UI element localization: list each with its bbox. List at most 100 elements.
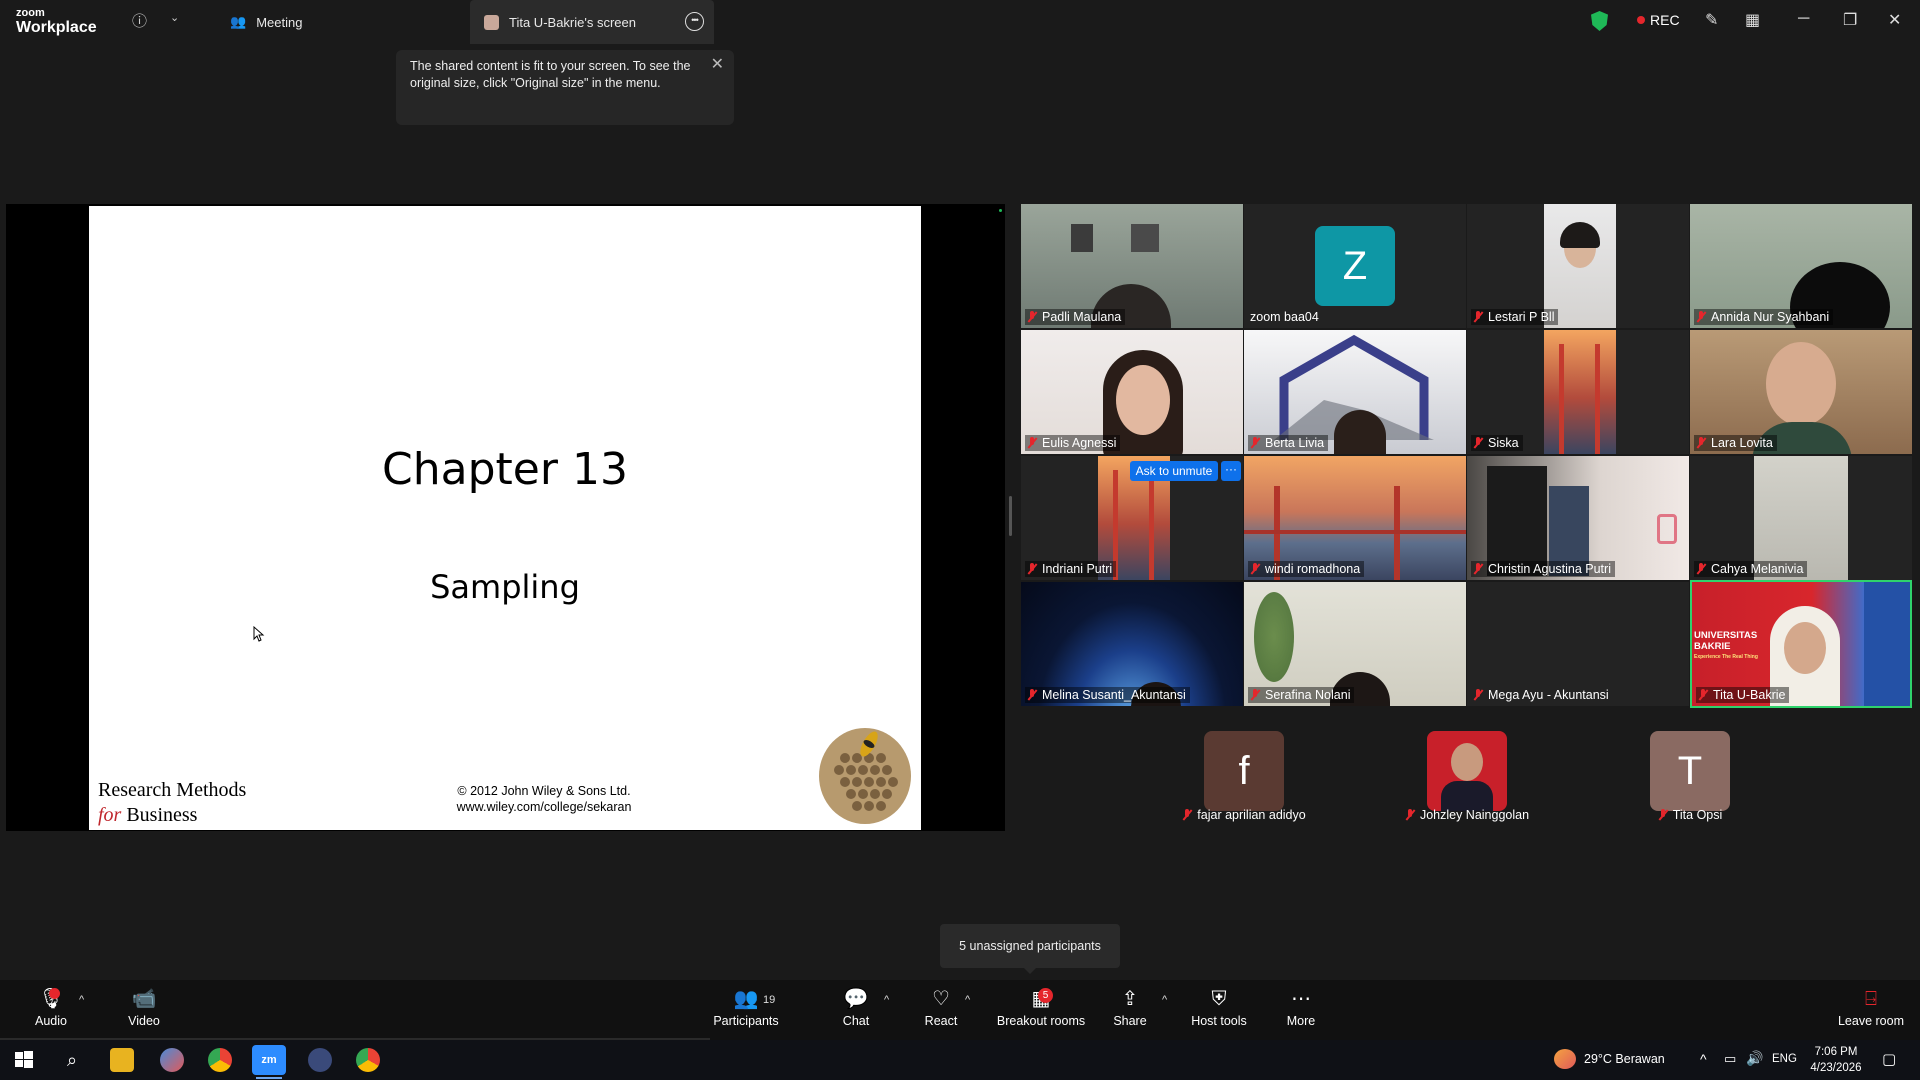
participant-tile[interactable]: Johzley Nainggolan	[1356, 710, 1578, 822]
share-button[interactable]: ⇪ Share	[1085, 986, 1175, 1028]
participant-name: Johzley Nainggolan	[1419, 808, 1530, 822]
video-tile[interactable]: Z zoom baa04	[1244, 204, 1466, 328]
participant-avatar-initial: T	[1650, 731, 1730, 811]
book-title-for: for	[98, 804, 122, 826]
close-notice-icon[interactable]: ✕	[711, 56, 724, 73]
ask-to-unmute-button[interactable]: Ask to unmute	[1130, 461, 1218, 481]
language-indicator[interactable]: ENG	[1772, 1053, 1797, 1065]
split-view-handle[interactable]	[1009, 496, 1012, 536]
status-dot	[999, 209, 1002, 212]
participant-name: Eulis Agnessi	[1042, 436, 1117, 450]
record-dot-icon	[1637, 16, 1645, 24]
video-tile[interactable]: Annida Nur Syahbani	[1690, 204, 1912, 328]
participant-name: Padli Maulana	[1042, 310, 1122, 324]
host-tools-button[interactable]: ⛨ Host tools	[1174, 986, 1264, 1028]
more-button[interactable]: ⋯ More	[1256, 986, 1346, 1028]
video-tile[interactable]: Serafina Nolani	[1244, 582, 1466, 706]
video-tile[interactable]: Padli Maulana	[1021, 204, 1243, 328]
participant-name: Indriani Putri	[1042, 562, 1113, 576]
close-icon[interactable]: ✕	[1888, 10, 1901, 30]
clock[interactable]: 7:06 PM 4/23/2026	[1806, 1044, 1866, 1076]
video-tile[interactable]: windi romadhona	[1244, 456, 1466, 580]
video-off-icon: 📹	[131, 988, 157, 1010]
tile-more-button[interactable]: ···	[1221, 461, 1241, 481]
notification-center-icon[interactable]: ▢	[1882, 1050, 1896, 1068]
chrome-icon[interactable]	[208, 1048, 232, 1072]
video-tile[interactable]: Lara Lovita	[1690, 330, 1912, 454]
participant-name: zoom baa04	[1250, 310, 1319, 324]
logo-big-text: Workplace	[16, 19, 97, 36]
weather-icon[interactable]	[1554, 1049, 1576, 1069]
zoom-app-icon[interactable]: zm	[252, 1045, 286, 1075]
video-tile[interactable]: Siska	[1467, 330, 1689, 454]
chrome-profile-icon[interactable]	[356, 1048, 380, 1072]
participants-button[interactable]: 👥 Participants	[701, 986, 791, 1028]
annotate-pencil-icon[interactable]: ✎	[1705, 10, 1718, 30]
audio-alert-badge	[49, 988, 60, 999]
rec-label: REC	[1650, 12, 1680, 28]
mic-muted-icon	[1698, 689, 1708, 701]
video-tile[interactable]: Mega Ayu - Akuntansi	[1467, 582, 1689, 706]
camera-app-icon[interactable]	[308, 1048, 332, 1072]
video-tile[interactable]: Cahya Melanivia	[1690, 456, 1912, 580]
view-layout-icon[interactable]: ▦	[1745, 10, 1760, 30]
participant-tile[interactable]: f fajar aprilian adidyo	[1133, 710, 1355, 822]
audio-label: Audio	[35, 1014, 67, 1028]
security-shield-icon[interactable]	[1591, 11, 1608, 31]
more-options-icon[interactable]: •••	[685, 12, 704, 31]
participant-name: Cahya Melanivia	[1711, 562, 1804, 576]
heart-react-icon: ♡	[932, 988, 950, 1010]
publisher-url: www.wiley.com/college/sekaran	[456, 800, 632, 814]
minimize-icon[interactable]: ─	[1798, 10, 1809, 28]
search-icon[interactable]: ⌕	[60, 1048, 84, 1072]
tray-chevron-up-icon[interactable]: ^	[1700, 1051, 1707, 1067]
participant-name: Serafina Nolani	[1265, 688, 1351, 702]
leave-label: Leave room	[1837, 1014, 1904, 1028]
title-bar: zoom Workplace ⓘ ⌄ 👥 Meeting Tita U-Bakr…	[0, 0, 1920, 44]
recording-indicator[interactable]: REC	[1637, 12, 1680, 28]
host-tools-label: Host tools	[1191, 1014, 1247, 1028]
more-label: More	[1286, 1014, 1316, 1028]
video-tile[interactable]: Eulis Agnessi	[1021, 330, 1243, 454]
chat-button[interactable]: 💬 Chat	[811, 986, 901, 1028]
participant-name: windi romadhona	[1265, 562, 1361, 576]
breakout-label: Breakout rooms	[996, 1014, 1086, 1028]
host-shield-icon: ⛨	[1211, 988, 1227, 1010]
paint-app-icon[interactable]	[160, 1048, 184, 1072]
chevron-down-icon[interactable]: ⌄	[170, 11, 179, 24]
react-button[interactable]: ♡ React	[896, 986, 986, 1028]
participant-name: Annida Nur Syahbani	[1711, 310, 1830, 324]
participant-tile[interactable]: T Tita Opsi	[1579, 710, 1801, 822]
chat-options-caret-icon[interactable]: ^	[884, 994, 889, 1006]
network-icon[interactable]: ▭	[1724, 1051, 1736, 1067]
video-tile[interactable]: Christin Agustina Putri	[1467, 456, 1689, 580]
more-dots-icon: ⋯	[1291, 988, 1311, 1010]
video-button[interactable]: 📹 Video	[99, 986, 189, 1028]
mouse-cursor-icon	[253, 626, 265, 642]
audio-options-caret-icon[interactable]: ^	[79, 994, 84, 1006]
volume-icon[interactable]: 🔊	[1746, 1050, 1763, 1067]
mic-muted-icon	[1027, 311, 1037, 323]
restore-icon[interactable]: ❐	[1843, 10, 1857, 30]
tab-screen-label: Tita U-Bakrie's screen	[509, 14, 636, 30]
file-explorer-icon[interactable]	[110, 1048, 134, 1072]
chat-label: Chat	[842, 1014, 870, 1028]
mic-muted-icon	[1250, 689, 1260, 701]
leave-room-button[interactable]: ⍈ Leave room	[1826, 986, 1916, 1028]
participant-name: Mega Ayu - Akuntansi	[1488, 688, 1609, 702]
windows-start-icon[interactable]	[12, 1048, 36, 1072]
participant-name: Lara Lovita	[1711, 436, 1773, 450]
tab-meeting[interactable]: 👥 Meeting	[216, 0, 316, 44]
video-tile-active-speaker[interactable]: UNIVERSITAS BAKRIE Experience The Real T…	[1690, 580, 1912, 708]
info-icon[interactable]: ⓘ	[132, 10, 147, 31]
react-options-caret-icon[interactable]: ^	[965, 994, 970, 1006]
video-tile[interactable]: Lestari P Bll	[1467, 204, 1689, 328]
participant-name: fajar aprilian adidyo	[1197, 808, 1306, 822]
unassigned-participants-tooltip[interactable]: 5 unassigned participants	[940, 924, 1120, 974]
mic-muted-icon	[1473, 563, 1483, 575]
video-tile[interactable]: Melina Susanti_Akuntansi	[1021, 582, 1243, 706]
share-options-caret-icon[interactable]: ^	[1162, 994, 1167, 1006]
video-tile[interactable]: Berta Livia	[1244, 330, 1466, 454]
weather-text[interactable]: 29°C Berawan	[1584, 1052, 1665, 1066]
tab-shared-screen[interactable]: Tita U-Bakrie's screen •••	[470, 0, 714, 44]
